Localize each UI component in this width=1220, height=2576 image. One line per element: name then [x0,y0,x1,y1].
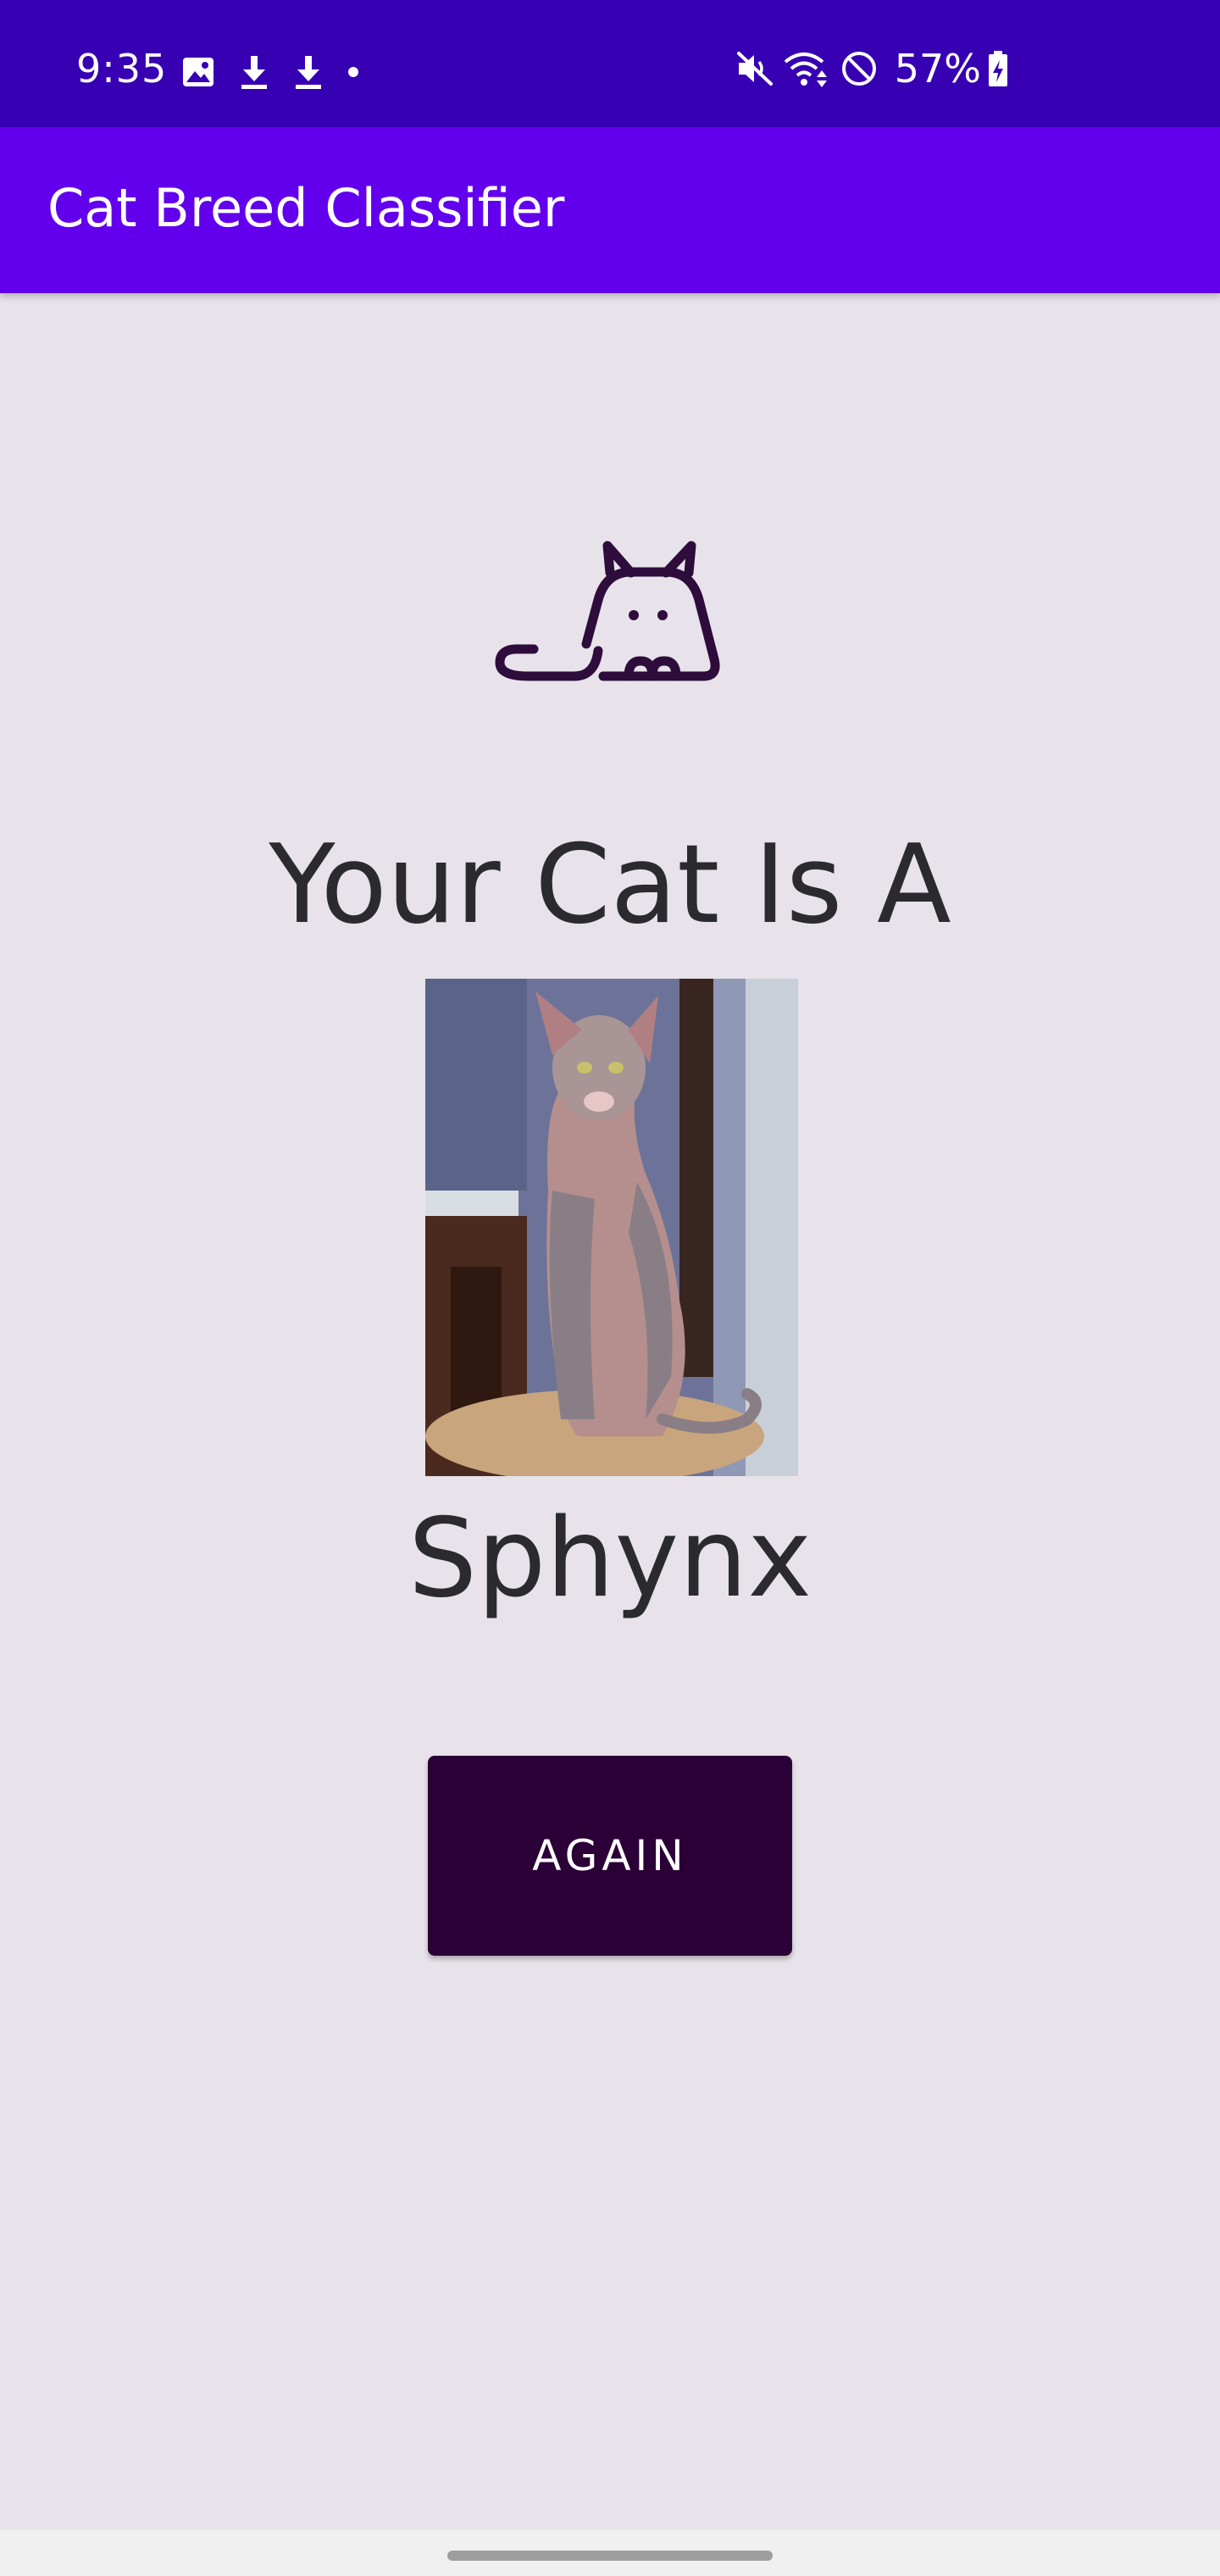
image-icon [183,58,214,86]
app-title: Cat Breed Classifier [47,177,565,239]
wifi-icon [784,53,827,87]
download-icon [241,56,267,89]
do-not-disturb-icon [841,52,876,86]
download-icon [296,56,321,89]
app-bar: Cat Breed Classifier [0,127,1220,293]
breed-result: Sphynx [408,1496,812,1622]
status-time: 9:35 [76,46,168,92]
status-right-icons: 57% [735,49,1017,88]
navigation-bar [0,2530,1220,2576]
result-heading: Your Cat Is A [269,822,951,948]
battery-percentage: 57% [894,46,981,92]
cat-icon [495,541,720,681]
home-gesture-handle[interactable] [447,2551,773,2561]
again-button[interactable]: AGAIN [428,1756,792,1956]
cat-photo [425,979,798,1476]
battery-charging-icon [989,51,1007,86]
status-bar: 9:35 57% [0,0,1220,127]
status-left-icons [181,54,383,90]
mute-icon [736,52,773,86]
dot-icon [348,67,358,77]
